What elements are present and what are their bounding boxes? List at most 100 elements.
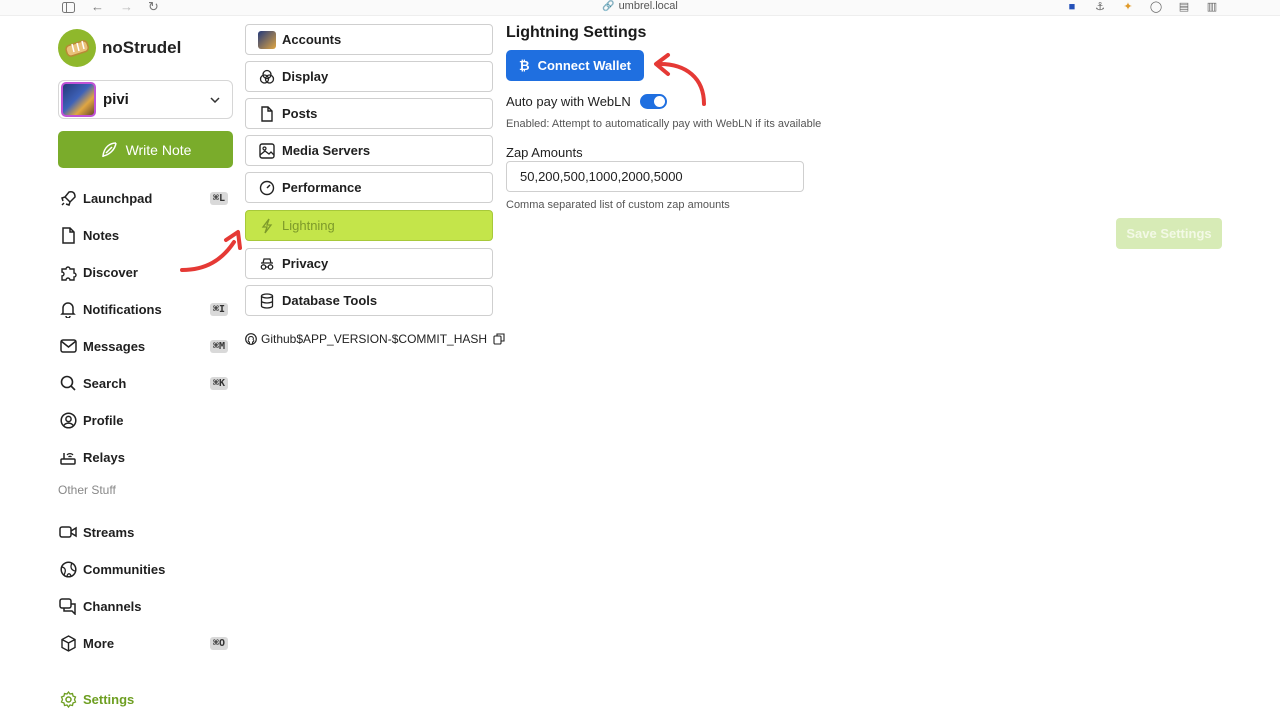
connect-wallet-button[interactable]: ₿ Connect Wallet — [506, 50, 644, 81]
brand[interactable]: noStrudel — [58, 28, 234, 68]
settings-tab-lightning[interactable]: Lightning — [245, 210, 493, 241]
nav-channels[interactable]: Channels — [58, 594, 228, 618]
settings-tab-label: Performance — [282, 180, 362, 195]
address-bar[interactable]: 🔗 umbrel.local — [0, 0, 1280, 13]
shortcut-badge: ⌘L — [209, 191, 228, 205]
nav-discover[interactable]: Discover — [58, 260, 228, 284]
autopay-toggle[interactable] — [639, 94, 667, 109]
zap-amounts-help-text: Comma separated list of custom zap amoun… — [506, 199, 730, 211]
extension-icon[interactable]: ■ — [1065, 0, 1079, 13]
nav-label: More — [83, 635, 115, 651]
cube-icon — [58, 633, 78, 653]
nav-label: Discover — [83, 264, 138, 280]
nav-label: Channels — [83, 598, 142, 614]
nav-notes[interactable]: Notes — [58, 223, 228, 247]
nav-messages[interactable]: Messages ⌘M — [58, 334, 228, 358]
github-icon — [245, 333, 257, 345]
gauge-icon — [258, 179, 276, 197]
nav-label: Launchpad — [83, 190, 153, 206]
nav-profile[interactable]: Profile — [58, 408, 228, 432]
shortcut-badge: ⌘O — [209, 636, 228, 650]
shortcut-badge: ⌘K — [209, 376, 228, 390]
feather-icon — [100, 141, 118, 159]
avatar — [61, 82, 96, 117]
lightning-settings-panel: Lightning Settings ₿ Connect Wallet Auto… — [506, 24, 1222, 249]
nav-search[interactable]: Search ⌘K — [58, 371, 228, 395]
settings-tab-label: Posts — [282, 106, 318, 121]
write-note-label: Write Note — [125, 141, 192, 158]
bell-icon — [58, 299, 78, 319]
rocket-icon — [58, 188, 78, 208]
reader-icon[interactable]: ▤ — [1177, 0, 1191, 13]
write-note-button[interactable]: Write Note — [58, 131, 233, 168]
nav-label: Notifications — [83, 301, 162, 317]
nav-settings[interactable]: Settings — [58, 687, 228, 711]
user-circle-icon — [58, 410, 78, 430]
chat-icon — [58, 596, 78, 616]
file-icon — [258, 105, 276, 123]
nav-streams[interactable]: Streams — [58, 520, 228, 544]
shortcut-badge: ⌘I — [209, 302, 228, 316]
settings-tab-label: Database Tools — [282, 293, 378, 308]
fox-icon[interactable]: ✦ — [1121, 0, 1135, 13]
nav-relays[interactable]: Relays — [58, 445, 228, 469]
github-version-text: Github$APP_VERSION-$COMMIT_HASH — [261, 332, 488, 346]
settings-tab-label: Lightning — [282, 218, 335, 233]
gear-icon — [58, 689, 78, 709]
note-icon — [58, 225, 78, 245]
nav-label: Settings — [83, 691, 135, 707]
spy-icon — [258, 255, 276, 273]
split-view-icon[interactable]: ▥ — [1205, 0, 1219, 13]
image-icon — [258, 142, 276, 160]
settings-tab-display[interactable]: Display — [245, 61, 493, 92]
zap-amounts-label: Zap Amounts — [506, 145, 583, 160]
anchor-icon[interactable]: ⚓ — [1093, 0, 1107, 13]
settings-tab-label: Accounts — [282, 32, 342, 47]
nav-more[interactable]: More ⌘O — [58, 631, 228, 655]
router-icon — [58, 447, 78, 467]
nav-label: Relays — [83, 449, 125, 465]
puzzle-icon — [58, 262, 78, 282]
nav-label: Search — [83, 375, 127, 391]
link-icon: 🔗 — [602, 1, 615, 12]
zap-amounts-input[interactable] — [506, 161, 804, 192]
database-icon — [258, 292, 276, 310]
account-switcher[interactable]: pivi — [58, 80, 233, 119]
account-name: pivi — [103, 91, 129, 108]
settings-tab-accounts[interactable]: Accounts — [245, 24, 493, 55]
nav-label: Profile — [83, 412, 124, 428]
nav-label: Notes — [83, 227, 120, 243]
nav-notifications[interactable]: Notifications ⌘I — [58, 297, 228, 321]
circles-icon — [258, 68, 276, 86]
sidebar: noStrudel pivi Write Note Launchpad ⌘L N… — [58, 28, 234, 708]
lightning-icon — [258, 217, 276, 235]
section-label-other-stuff: Other Stuff — [58, 483, 116, 497]
settings-tab-label: Display — [282, 69, 329, 84]
settings-tab-posts[interactable]: Posts — [245, 98, 493, 129]
connect-wallet-label: Connect Wallet — [537, 58, 632, 73]
settings-tab-database-tools[interactable]: Database Tools — [245, 285, 493, 316]
shortcut-badge: ⌘M — [209, 339, 228, 353]
page-title: Lightning Settings — [506, 24, 647, 41]
chat-bubble-icon[interactable]: ◯ — [1149, 0, 1163, 13]
strudel-logo-icon — [58, 29, 96, 67]
globe-icon — [58, 559, 78, 579]
save-settings-button[interactable]: Save Settings — [1116, 218, 1222, 249]
nav-communities[interactable]: Communities — [58, 557, 228, 581]
settings-tab-label: Media Servers — [282, 143, 371, 158]
settings-tab-performance[interactable]: Performance — [245, 172, 493, 203]
chevron-down-icon — [210, 94, 220, 106]
github-version-link[interactable]: Github$APP_VERSION-$COMMIT_HASH — [245, 332, 505, 346]
nav-launchpad[interactable]: Launchpad ⌘L — [58, 186, 228, 210]
copy-icon[interactable] — [493, 333, 505, 345]
settings-tab-privacy[interactable]: Privacy — [245, 248, 493, 279]
autopay-label: Auto pay with WebLN — [506, 94, 631, 109]
bitcoin-icon: ₿ — [518, 58, 530, 73]
search-icon — [58, 373, 78, 393]
nav-label: Communities — [83, 561, 166, 577]
nav-label: Streams — [83, 524, 135, 540]
settings-tab-media-servers[interactable]: Media Servers — [245, 135, 493, 166]
toggle-knob — [653, 96, 665, 107]
url-text: umbrel.local — [618, 0, 678, 12]
browser-toolbar: ← → ↻ 🔗 umbrel.local ■ ⚓ ✦ ◯ ▤ ▥ — [0, 0, 1280, 16]
